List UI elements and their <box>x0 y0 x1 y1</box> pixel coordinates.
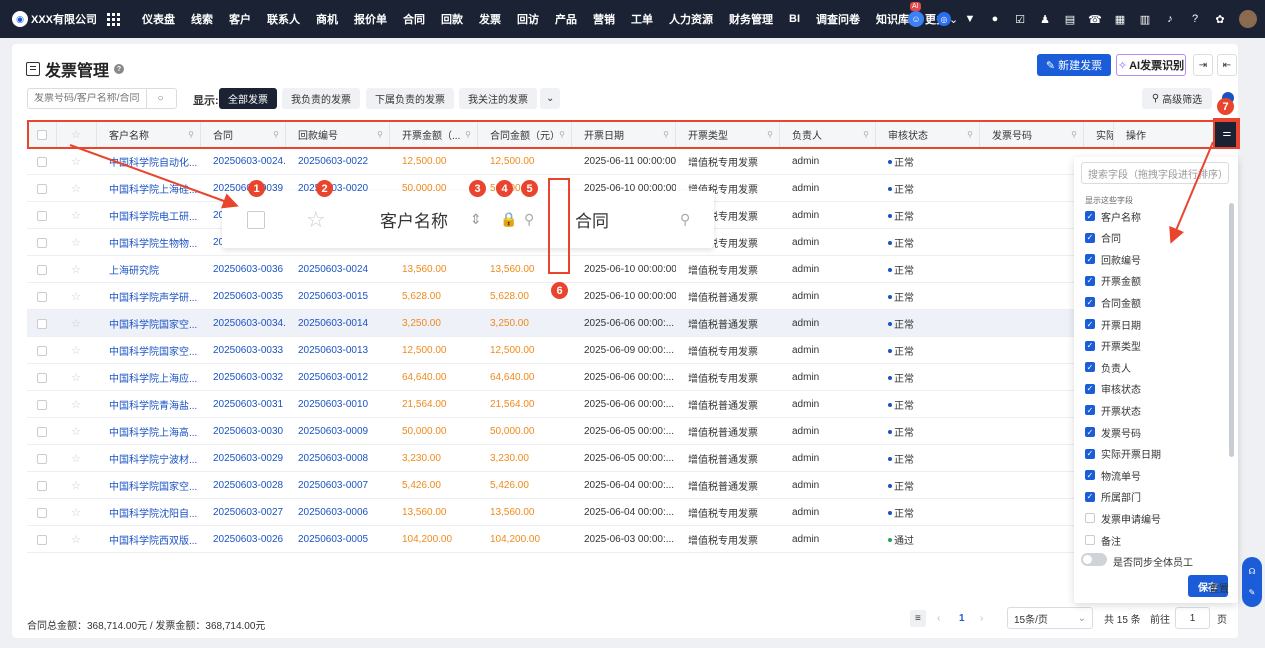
annotation-badge-1: 1 <box>248 180 265 197</box>
annotation-arrows <box>69 141 1214 244</box>
annotation-badge-3: 3 <box>469 180 486 197</box>
annotation-badge-7: 7 <box>1217 98 1234 115</box>
annotation-badge-5: 5 <box>521 180 538 197</box>
annotation-badge-2: 2 <box>316 180 333 197</box>
annotation-badge-6: 6 <box>551 282 568 299</box>
customer-service-icon: ☊ <box>1248 567 1256 576</box>
annotation-badge-4: 4 <box>496 180 513 197</box>
feedback-icon: ✎ <box>1248 588 1256 597</box>
side-float-toolbar[interactable]: ☊ ✎ <box>1242 557 1262 607</box>
